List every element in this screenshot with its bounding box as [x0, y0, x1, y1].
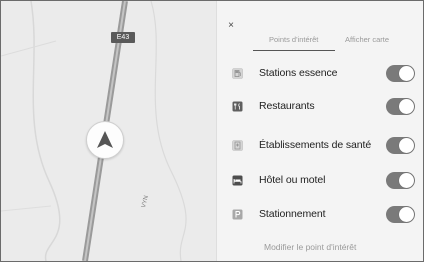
- toggle-knob: [399, 66, 414, 81]
- poi-label-restaurants: Restaurants: [259, 100, 315, 112]
- current-position-marker: [86, 121, 124, 159]
- map-view[interactable]: E43 VYN: [1, 1, 216, 261]
- hospital-icon: [232, 140, 243, 151]
- parking-toggle[interactable]: [386, 206, 415, 223]
- toggle-knob: [399, 207, 414, 222]
- poi-label-health: Établissements de santé: [259, 139, 372, 151]
- toggle-knob: [399, 99, 414, 114]
- hotel-icon: [232, 175, 243, 186]
- navigation-arrow-icon: [97, 131, 113, 148]
- health-toggle[interactable]: [386, 137, 415, 154]
- toggle-knob: [399, 173, 414, 188]
- restaurants-toggle[interactable]: [386, 98, 415, 115]
- highway-route-badge: E43: [111, 32, 135, 43]
- edit-poi-button[interactable]: Modifier le point d'intérêt: [264, 242, 356, 252]
- tab-show-map[interactable]: Afficher carte: [345, 35, 389, 44]
- parking-icon: [232, 209, 243, 220]
- hotel-toggle[interactable]: [386, 172, 415, 189]
- tab-points-of-interest[interactable]: Points d'intérêt: [269, 35, 318, 44]
- poi-label-fuel: Stations essence: [259, 67, 338, 79]
- fuel-toggle[interactable]: [386, 65, 415, 82]
- fuel-icon: [232, 68, 243, 79]
- poi-row-hotel[interactable]: Hôtel ou motel: [229, 170, 421, 192]
- poi-label-hotel: Hôtel ou motel: [259, 174, 326, 186]
- poi-row-restaurants[interactable]: Restaurants: [229, 96, 421, 118]
- poi-row-fuel[interactable]: Stations essence: [229, 63, 421, 85]
- toggle-knob: [399, 138, 414, 153]
- poi-label-parking: Stationnement: [259, 208, 326, 220]
- close-button[interactable]: ×: [226, 21, 236, 31]
- active-tab-indicator: [253, 50, 335, 51]
- poi-row-health[interactable]: Établissements de santé: [229, 135, 421, 157]
- restaurant-icon: [232, 101, 243, 112]
- navigation-screen: E43 VYN × Points d'intérêt Afficher cart…: [0, 0, 424, 262]
- poi-row-parking[interactable]: Stationnement: [229, 204, 421, 226]
